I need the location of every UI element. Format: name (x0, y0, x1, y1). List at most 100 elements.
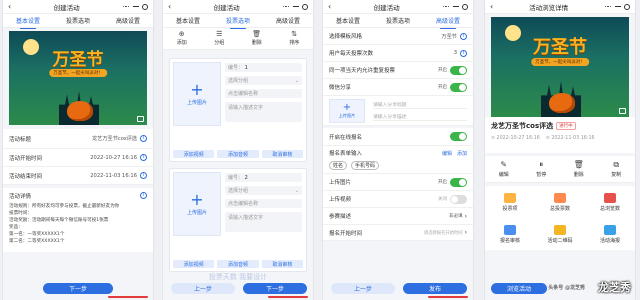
sort-button[interactable]: ⇅ 排序 (289, 31, 299, 47)
add-link[interactable]: 添加 (457, 150, 467, 157)
delete-button[interactable]: 🗑 删除 (252, 31, 262, 47)
pause-button[interactable]: ⏸ 暂停 (523, 156, 561, 182)
tab-basic[interactable]: 基本设置 (176, 14, 200, 27)
row-entry-description[interactable]: 参赛描述 非必填 › (323, 208, 473, 225)
row-daily-votes[interactable]: 用户每天投票次数 3i (323, 45, 473, 62)
browse-activity-button[interactable]: 浏览活动 (491, 283, 547, 294)
row-label: 活动开始时间 (9, 155, 43, 162)
close-circle-icon[interactable] (461, 3, 468, 10)
prev-button[interactable]: 上一步 (171, 283, 235, 294)
close-circle-icon[interactable] (301, 3, 308, 10)
minimize-icon[interactable] (292, 6, 299, 7)
minimize-icon[interactable] (132, 6, 139, 7)
info-icon[interactable]: i (140, 135, 147, 142)
close-circle-icon[interactable] (623, 3, 630, 10)
group-button[interactable]: ☰ 分组 (214, 31, 224, 47)
tab-advanced[interactable]: 高级设置 (436, 14, 460, 29)
minimize-icon[interactable] (614, 6, 621, 7)
minimize-icon[interactable] (452, 6, 459, 7)
end-time: ⊙ 2022-11-03 16:16 (545, 136, 595, 141)
card-actions: 添加视频 添加音频 取消审核 (173, 260, 303, 268)
online-enroll-toggle[interactable] (450, 132, 467, 141)
number-field[interactable]: 编号： 1 (225, 63, 302, 72)
description-field[interactable]: 请输入描述文字 (225, 212, 302, 232)
group-select[interactable]: 选择分组 ⌄ (225, 76, 302, 85)
tab-vote-options[interactable]: 投票选项 (226, 14, 250, 29)
cancel-review-button[interactable]: 取消审核 (261, 150, 303, 158)
tab-vote-options[interactable]: 投票选项 (66, 14, 90, 27)
next-button[interactable]: 下一步 (43, 283, 113, 294)
description-field[interactable]: 请输入描述文字 (225, 102, 302, 122)
details-section[interactable]: 活动详情 i 活动规则：所有好友均可参与投票，截止最新好友为你 投票时间： 活动… (3, 188, 153, 252)
row-enroll-start[interactable]: 报名开始时间 请选择报名开始时间 › (323, 225, 473, 241)
field-chip[interactable]: 姓名 (329, 161, 348, 170)
more-icon[interactable] (122, 5, 130, 9)
grid-label: 活动二维码 (547, 237, 573, 244)
enroll-review-entry[interactable]: 报名审核 (485, 218, 535, 250)
info-icon[interactable]: i (140, 192, 147, 199)
more-icon[interactable] (282, 5, 290, 9)
info-icon[interactable]: i (140, 154, 147, 161)
prev-button[interactable]: 上一步 (331, 283, 395, 294)
publish-button[interactable]: 发布 (403, 283, 467, 294)
upload-image-toggle[interactable] (450, 177, 467, 187)
info-icon[interactable]: i (140, 172, 147, 179)
share-settings: + 上传图片 请输入分享标题 请输入分享描述 (323, 96, 473, 126)
group-select[interactable]: 选择分组 ⌄ (225, 186, 302, 195)
image-icon[interactable] (137, 116, 144, 122)
number-field[interactable]: 编号： 2 (225, 173, 302, 182)
share-thumb-upload[interactable]: + 上传图片 (329, 99, 365, 123)
row-value: 2022-11-03 16:16 (90, 172, 137, 179)
image-icon[interactable] (619, 108, 626, 114)
row-value: 开启 (438, 68, 447, 73)
info-icon[interactable]: i (460, 49, 467, 57)
tab-advanced[interactable]: 高级设置 (276, 14, 300, 27)
wechat-share-toggle[interactable] (450, 82, 467, 92)
total-votes-entry[interactable]: 总投票数 (535, 186, 585, 218)
total-views-icon (604, 192, 616, 203)
row-start-time[interactable]: 活动开始时间 2022-10-27 16:16 i (3, 149, 153, 167)
copy-button[interactable]: ⧉ 复制 (598, 156, 636, 182)
tab-advanced[interactable]: 高级设置 (116, 14, 140, 27)
row-title[interactable]: 活动标题 龙艺万圣节cos评选 i (3, 129, 153, 149)
name-field[interactable]: 点击编辑名称 (225, 89, 302, 98)
poster-subtitle: 万圣节，一起尖叫派对！ (49, 69, 107, 77)
back-icon[interactable]: ‹ (168, 2, 171, 11)
poster-entry[interactable]: 活动海报 (585, 218, 635, 250)
add-audio-button[interactable]: 添加音频 (217, 150, 259, 158)
upload-image-button[interactable]: + 上传图片 (173, 62, 221, 126)
tab-basic[interactable]: 基本设置 (336, 14, 360, 27)
qrcode-entry[interactable]: 活动二维码 (535, 218, 585, 250)
upload-image-button[interactable]: + 上传图片 (173, 172, 221, 236)
add-option-button[interactable]: ⊕ 添加 (177, 31, 187, 47)
row-template-style[interactable]: 选择模板风格 万圣节 i (323, 28, 473, 45)
edit-button[interactable]: ✎ 编辑 (485, 156, 523, 182)
field-chip[interactable]: 手机号码 (350, 161, 379, 170)
back-icon[interactable]: ‹ (328, 2, 331, 11)
more-icon[interactable] (604, 5, 612, 9)
total-views-entry[interactable]: 总浏览数 (585, 186, 635, 218)
edit-link[interactable]: 编辑 (442, 150, 452, 157)
add-audio-button[interactable]: 添加音频 (217, 260, 259, 268)
share-desc-input[interactable]: 请输入分享描述 (373, 113, 467, 121)
add-video-button[interactable]: 添加视频 (173, 150, 215, 158)
cancel-review-button[interactable]: 取消审核 (261, 260, 303, 268)
vote-items-entry[interactable]: 投票项 (485, 186, 535, 218)
tab-vote-options[interactable]: 投票选项 (386, 14, 410, 27)
name-field[interactable]: 点击编辑名称 (225, 199, 302, 208)
activity-poster[interactable]: 万圣节 万圣节，一起尖叫派对！ (9, 31, 147, 125)
delete-button[interactable]: 🗑 删除 (560, 156, 598, 182)
info-icon[interactable]: i (460, 32, 467, 40)
upload-video-toggle[interactable] (450, 194, 467, 204)
tab-basic[interactable]: 基本设置 (16, 14, 40, 29)
next-button[interactable]: 下一步 (243, 283, 307, 294)
back-icon[interactable]: ‹ (490, 2, 493, 11)
close-circle-icon[interactable] (141, 3, 148, 10)
add-video-button[interactable]: 添加视频 (173, 260, 215, 268)
row-end-time[interactable]: 活动结束时间 2022-11-03 16:16 i (3, 167, 153, 185)
share-title-input[interactable]: 请输入分享标题 (373, 101, 467, 109)
more-icon[interactable] (442, 5, 450, 9)
repeat-vote-toggle[interactable] (450, 65, 467, 75)
qrcode-icon (554, 224, 566, 235)
back-icon[interactable]: ‹ (8, 2, 11, 11)
